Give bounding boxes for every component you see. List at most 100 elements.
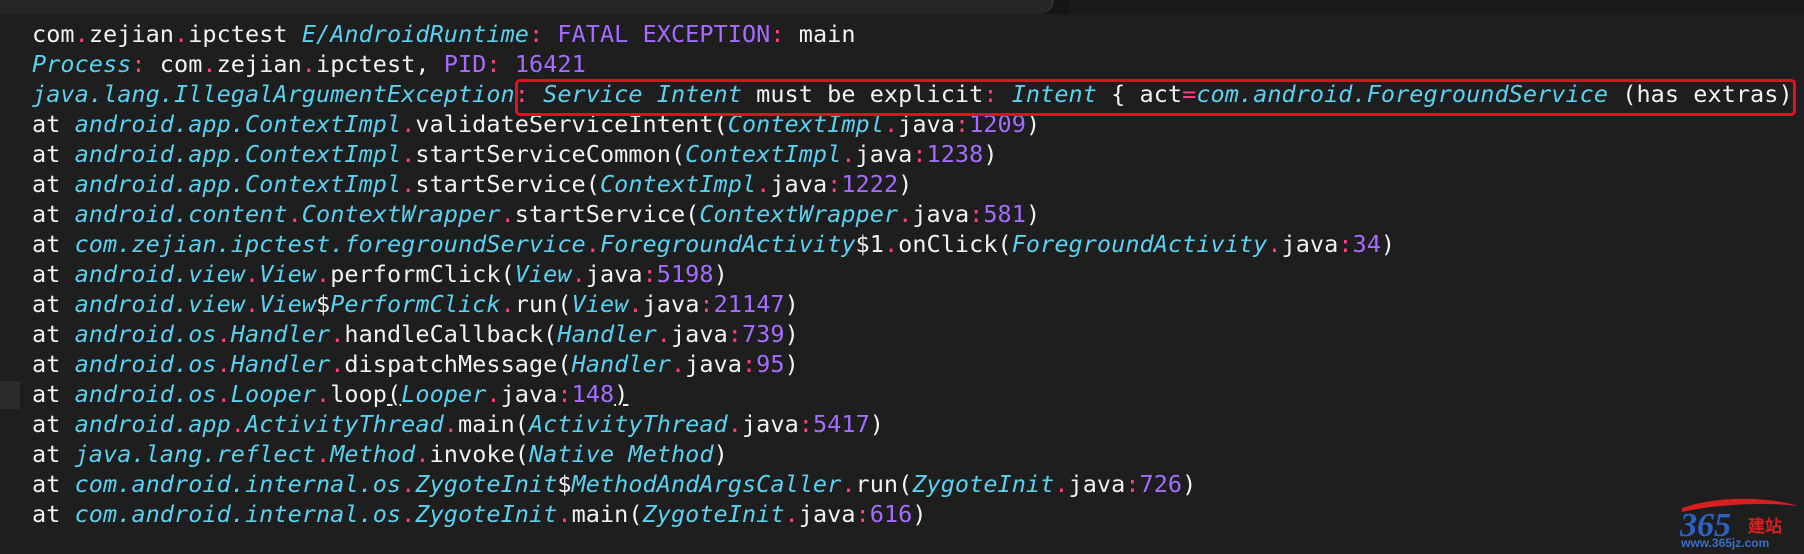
number-token: 95 (756, 350, 785, 378)
class-name: com.zejian.ipctest.foregroundService (74, 230, 586, 258)
plain-text: ) (1025, 110, 1041, 138)
class-name: android.app.ContextImpl (74, 140, 402, 168)
plain-text: java (1281, 230, 1339, 258)
class-name: ForegroundActivity (599, 230, 856, 258)
punctuation: : (727, 320, 742, 348)
punctuation: = (1182, 80, 1197, 108)
punctuation: : (741, 350, 757, 378)
class-name: Native Method (528, 440, 714, 468)
watermark-url: www.365jz.com (1681, 536, 1770, 550)
class-name: ForegroundActivity (1011, 230, 1268, 258)
plain-text: ) (713, 260, 728, 288)
plain-text: { act (1096, 80, 1183, 108)
punctuation: : (798, 410, 813, 438)
class-name: Process (32, 50, 132, 78)
class-name: android.os (74, 350, 217, 378)
punctuation: : (1338, 230, 1353, 258)
plain-text: java (642, 290, 700, 318)
plain-text: handleCallback( (344, 320, 558, 348)
punctuation: : (131, 50, 146, 78)
plain-text: java (685, 350, 742, 378)
plain-text: java (798, 500, 856, 528)
punctuation: . (315, 440, 331, 468)
class-name: android.os (74, 320, 217, 348)
logcat-stack-trace[interactable]: com.zejian.ipctest E/AndroidRuntime: FAT… (32, 19, 1804, 529)
punctuation: . (571, 260, 586, 288)
plain-text: ipctest (188, 20, 302, 48)
class-name: java.lang.reflect (74, 440, 316, 468)
punctuation: . (401, 470, 416, 498)
plain-text: java (741, 410, 799, 438)
class-name: Handler (571, 350, 671, 378)
log-line: at android.view.View.performClick(View.j… (32, 259, 1804, 289)
plain-text: at (32, 290, 75, 318)
plain-text: at (32, 380, 75, 408)
punctuation: . (316, 260, 331, 288)
plain-text: java (1068, 470, 1126, 498)
class-name: ContextImpl (685, 140, 842, 168)
class-name: android.content (74, 200, 288, 228)
plain-text: startServiceCommon( (415, 140, 686, 168)
plain-text: invoke( (429, 440, 529, 468)
class-name: View (259, 260, 316, 288)
log-line: at android.content.ContextWrapper.startS… (32, 199, 1804, 229)
number-token: 1209 (969, 110, 1026, 138)
plain-text (501, 50, 515, 78)
plain-text: $ (316, 290, 331, 318)
log-line: at android.os.Looper.loop(Looper.java:14… (32, 379, 1804, 409)
punctuation: . (656, 320, 671, 348)
log-line: at android.app.ContextImpl.startServiceC… (32, 139, 1804, 169)
plain-text: at (32, 170, 75, 198)
class-name: PerformClick (330, 290, 501, 318)
plain-text: at (32, 200, 75, 228)
plain-text: java (500, 380, 558, 408)
plain-text: onClick( (898, 230, 1012, 258)
log-line: at com.android.internal.os.ZygoteInit.ma… (32, 499, 1804, 529)
plain-text: performClick( (330, 260, 515, 288)
bracket: ) (614, 380, 629, 408)
plain-text: java (770, 170, 828, 198)
punctuation: . (230, 410, 245, 438)
plain-text: main( (457, 410, 529, 438)
plain-text: must be explicit (741, 80, 984, 108)
tab-inactive[interactable] (1070, 0, 1804, 14)
plain-text (998, 80, 1012, 108)
number-token: 1222 (841, 170, 899, 198)
class-name: Intent (1011, 80, 1097, 108)
punctuation: : (486, 50, 501, 78)
plain-text: zejian (216, 50, 302, 78)
class-name: android.view (74, 290, 245, 318)
number-token: 581 (983, 200, 1026, 228)
punctuation: : (912, 140, 927, 168)
class-name: Handler (230, 320, 331, 348)
class-name: ContextWrapper (699, 200, 899, 228)
class-name: android.app.ContextImpl (74, 110, 402, 138)
plain-text: at (32, 140, 75, 168)
number-token: FATAL EXCEPTION (557, 20, 771, 48)
punctuation: . (216, 380, 231, 408)
tab-active[interactable] (0, 0, 1054, 14)
number-token: 5417 (812, 410, 870, 438)
code-editor[interactable]: com.zejian.ipctest E/AndroidRuntime: FAT… (0, 0, 1804, 554)
plain-text: ) (983, 140, 998, 168)
class-name: ContextImpl (727, 110, 884, 138)
class-name: Handler (230, 350, 331, 378)
punctuation: . (585, 230, 600, 258)
class-name: com.android.internal.os (74, 470, 402, 498)
number-token: 16421 (514, 50, 586, 78)
plain-text: startService( (514, 200, 700, 228)
punctuation: . (1054, 470, 1069, 498)
plain-text: ) (898, 170, 913, 198)
punctuation: . (670, 350, 686, 378)
class-name: ContextWrapper (301, 200, 501, 228)
punctuation: : (642, 260, 657, 288)
plain-text: at (32, 110, 75, 138)
plain-text: ) (1380, 230, 1396, 258)
log-line: java.lang.IllegalArgumentException: Serv… (32, 79, 1804, 109)
log-line: at com.zejian.ipctest.foregroundService.… (32, 229, 1804, 259)
class-name: ActivityThread (528, 410, 728, 438)
number-token: PID (443, 50, 487, 78)
punctuation: . (287, 200, 302, 228)
class-name: android.view (74, 260, 245, 288)
log-line: at java.lang.reflect.Method.invoke(Nativ… (32, 439, 1804, 469)
